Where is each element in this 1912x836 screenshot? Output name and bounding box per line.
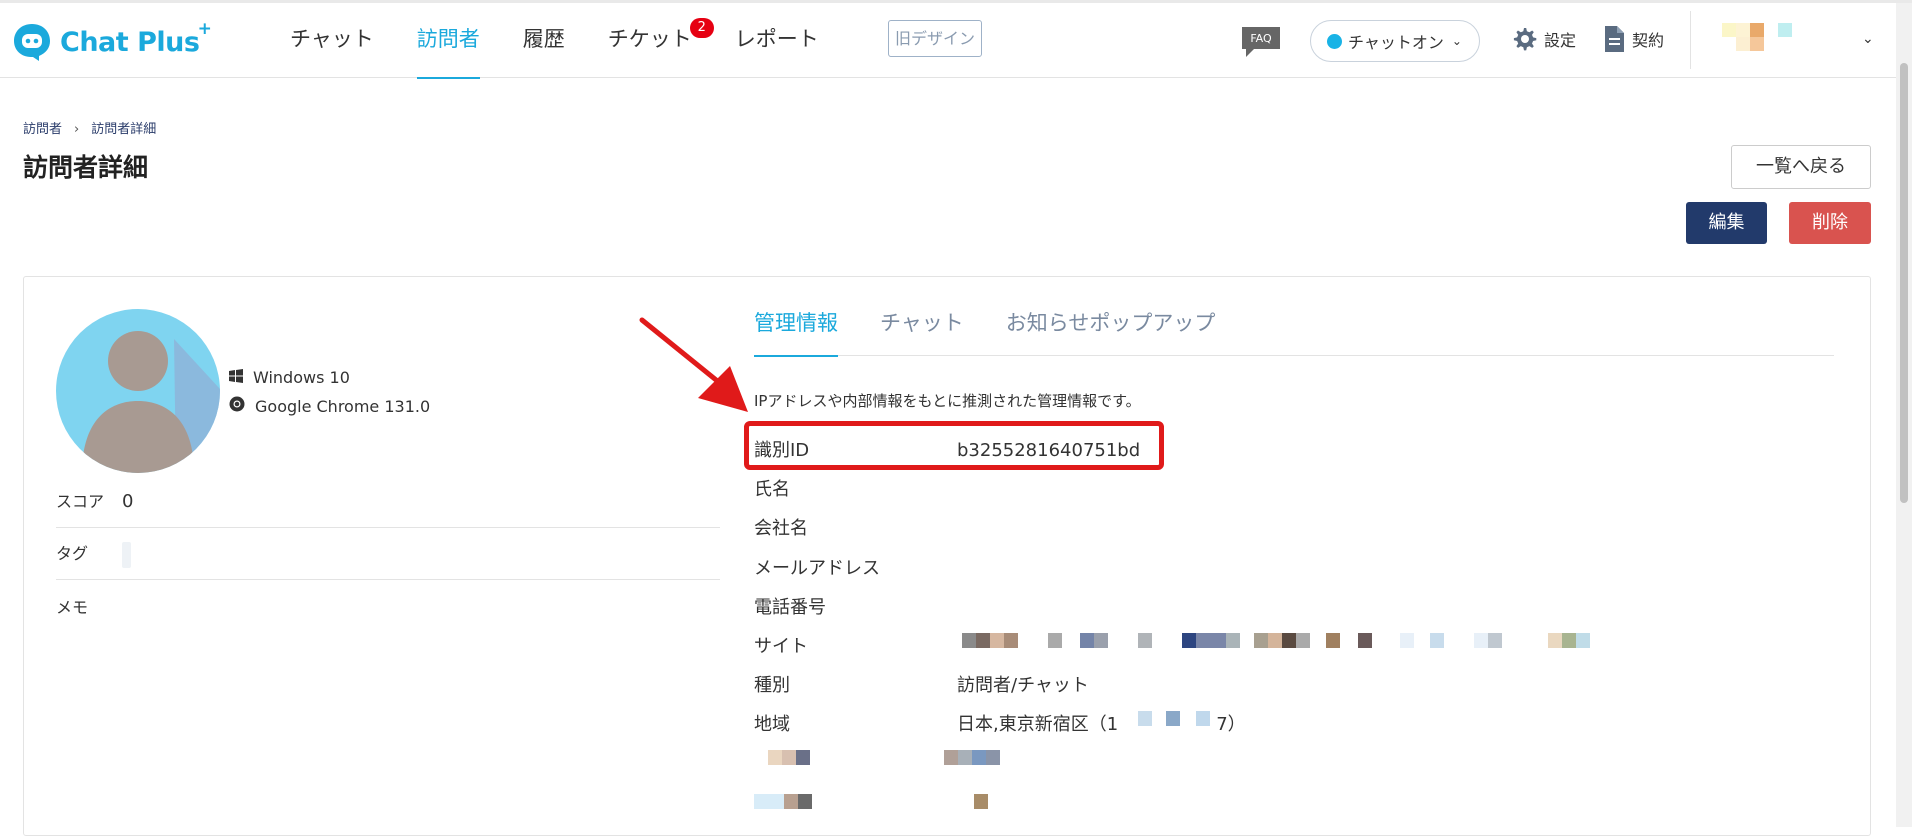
main-nav: チャット 訪問者 履歴 チケット 2 レポート [290,3,862,79]
tab-chat[interactable]: チャット [880,310,964,356]
chat-bubble-logo-icon [12,22,52,62]
delete-button[interactable]: 削除 [1789,202,1871,244]
site-label: サイト [754,636,808,657]
breadcrumb: 訪問者 › 訪問者詳細 [23,118,156,137]
nav-reports[interactable]: レポート [735,3,819,78]
chrome-icon [229,396,245,416]
detail-tabs: 管理情報 チャット お知らせポップアップ [754,310,1834,357]
logo-name: Chat Plus [60,26,200,58]
id-value: b3255281640751bd [957,440,1141,461]
memo-row: メモ [56,594,720,618]
tab-notification-popup[interactable]: お知らせポップアップ [1006,310,1216,356]
info-row-company: 会社名 [754,514,957,540]
contract-link[interactable]: 契約 [1602,25,1664,53]
logo-plus: + [197,18,212,39]
chevron-down-icon: ⌄ [1451,34,1462,48]
type-value: 訪問者/チャット [957,675,1089,696]
old-design-button[interactable]: 旧デザイン [888,20,982,57]
tag-chip[interactable] [122,541,131,568]
browser-info: Google Chrome 131.0 [229,396,430,416]
phone-label: 電話番号 [754,597,826,618]
visitor-avatar [56,309,220,473]
nav-history[interactable]: 履歴 [523,3,565,78]
region-value: 日本,東京新宿区（1 [957,714,1119,735]
os-info: Windows 10 [229,368,350,387]
settings-link[interactable]: 設定 [1510,25,1576,53]
score-label: スコア [56,492,105,511]
os-label: Windows 10 [253,368,350,387]
info-row-phone: 電話番号 [754,593,957,619]
memo-label: メモ [56,598,89,617]
info-note: IPアドレスや内部情報をもとに推測された管理情報です。 [754,392,1141,410]
email-label: メールアドレス [754,558,880,579]
tag-label: タグ [56,544,89,563]
type-label: 種別 [754,675,790,696]
nav-chat[interactable]: チャット [290,3,374,78]
info-row-site: サイト [754,632,957,658]
region-label: 地域 [754,714,790,735]
settings-label: 設定 [1544,31,1577,50]
chat-status-dropdown[interactable]: チャットオン ⌄ [1310,20,1480,62]
info-row-email: メールアドレス [754,554,957,580]
chat-status-label: チャットオン [1348,33,1444,52]
document-icon [1605,26,1624,52]
info-row-id: 識別ID b3255281640751bd [754,436,1140,462]
online-status-dot-icon [1327,33,1342,49]
logo-text: Chat Plus + [60,19,212,58]
breadcrumb-visitors[interactable]: 訪問者 [23,122,62,137]
breadcrumb-visitor-detail: 訪問者詳細 [91,122,157,137]
windows-icon [229,368,243,387]
ticket-count-badge: 2 [689,18,714,38]
app-logo[interactable]: Chat Plus + [12,19,212,64]
tag-row: タグ [56,540,720,580]
header-divider [1690,11,1691,69]
nav-visitors[interactable]: 訪問者 [416,3,480,79]
app-header: Chat Plus + チャット 訪問者 履歴 チケット 2 レポート 旧デザイン… [0,3,1896,79]
browser-label: Google Chrome 131.0 [255,396,431,416]
annotation-arrow-icon [630,310,770,420]
company-label: 会社名 [754,518,808,539]
id-label: 識別ID [754,440,810,461]
account-avatar[interactable] [1722,23,1792,59]
region-value-suffix: 7） [1216,714,1246,735]
score-row: スコア 0 [56,488,720,528]
nav-tickets[interactable]: チケット 2 [608,3,714,78]
info-row-type: 種別 訪問者/チャット [754,671,1089,697]
page-title: 訪問者詳細 [23,153,149,182]
faq-label: FAQ [1250,32,1272,45]
faq-icon[interactable]: FAQ [1240,25,1282,59]
name-label: 氏名 [754,479,790,500]
scrollbar-thumb[interactable] [1900,63,1908,503]
gear-icon [1513,28,1537,51]
breadcrumb-separator: › [74,122,80,137]
info-row-name: 氏名 [754,475,957,501]
contract-label: 契約 [1632,31,1665,50]
edit-button[interactable]: 編集 [1686,202,1767,244]
page-scrollbar[interactable] [1896,3,1912,827]
account-chevron-down-icon[interactable]: ⌄ [1862,31,1874,47]
score-value: 0 [122,491,134,512]
back-to-list-button[interactable]: 一覧へ戻る [1731,145,1871,189]
